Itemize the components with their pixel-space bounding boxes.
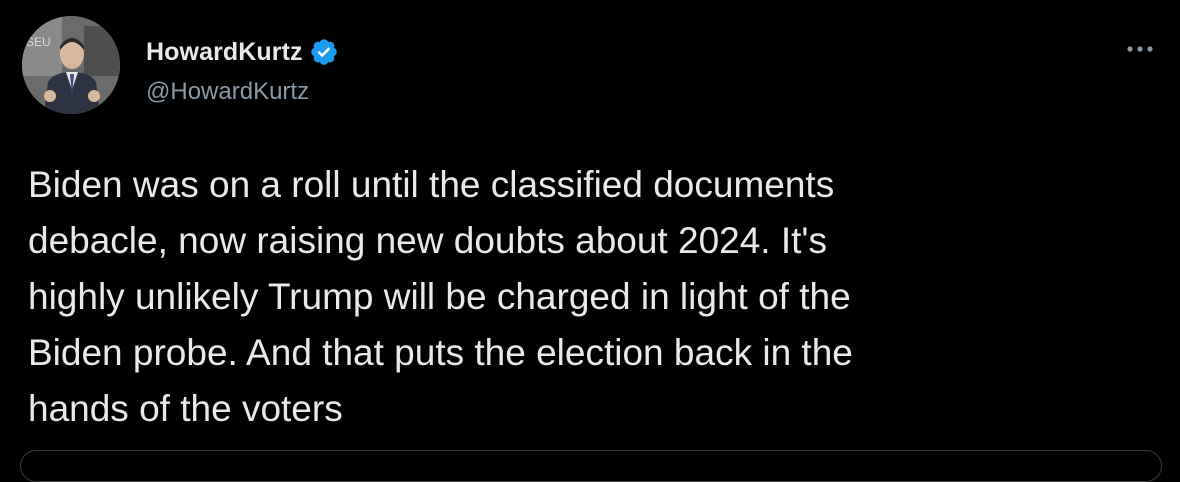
more-horizontal-icon <box>1127 46 1153 52</box>
more-options-button[interactable] <box>1120 34 1160 64</box>
tweet-text: Biden was on a roll until the classified… <box>28 164 853 429</box>
embedded-card-edge <box>20 450 1162 482</box>
profile-photo: SEU <box>22 16 120 114</box>
tweet-card: SEU HowardKurtz @HowardKurtz Biden was o… <box>0 0 1180 482</box>
author-display-name[interactable]: HowardKurtz <box>146 38 303 67</box>
author-handle[interactable]: @HowardKurtz <box>146 78 309 106</box>
author-name-row: HowardKurtz <box>146 34 339 70</box>
verified-badge-icon <box>309 37 339 67</box>
svg-text:SEU: SEU <box>26 35 51 49</box>
avatar[interactable]: SEU <box>22 16 120 114</box>
